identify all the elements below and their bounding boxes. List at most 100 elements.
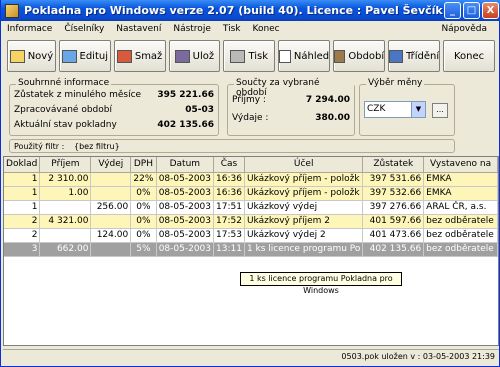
table-row[interactable]: 12 310.00 22% 08-05-2003 16:36 Ukázkový příj… <box>4 172 498 187</box>
save-button[interactable]: Ulož <box>168 40 221 72</box>
menu-ciselniky[interactable]: Číselníky <box>58 24 110 34</box>
cell-vydej[interactable] <box>90 186 132 201</box>
menu-nastroje[interactable]: Nástroje <box>167 24 217 34</box>
cell-doklad[interactable]: 1 <box>4 186 41 201</box>
print-icon <box>230 49 246 63</box>
chevron-down-icon[interactable]: ▼ <box>411 102 425 117</box>
cell-ucel[interactable]: Ukázkový výdej <box>244 200 364 215</box>
cell-prijem[interactable]: 662.00 <box>39 242 92 257</box>
cell-dph[interactable]: 0% <box>130 228 157 243</box>
cell-vydej[interactable] <box>90 172 132 187</box>
cell-vystaveno[interactable]: EMKA <box>423 186 498 201</box>
table-row[interactable]: 24 321.00 0% 08-05-2003 17:52 Ukázkový příje… <box>4 214 498 229</box>
col-zustatek[interactable]: Zůstatek <box>362 157 425 173</box>
cell-dph[interactable]: 0% <box>130 214 157 229</box>
cell-dph[interactable]: 22% <box>130 172 157 187</box>
col-vystaveno[interactable]: Vystaveno na <box>423 157 498 173</box>
cell-ucel[interactable]: Ukázkový příjem - položk <box>244 172 364 187</box>
menu-napoveda[interactable]: Nápověda <box>435 24 493 34</box>
cell-datum[interactable]: 08-05-2003 <box>156 214 215 229</box>
table-row[interactable]: 3 662.00 5% 08-05-2003 13:11 1 ks licence pro… <box>4 242 498 257</box>
cell-ucel[interactable]: Ukázkový výdej 2 <box>244 228 364 243</box>
cell-ucel[interactable]: Ukázkový příjem 2 <box>244 214 364 229</box>
delete-button[interactable]: Smaž <box>113 40 166 72</box>
cell-dph[interactable]: 0% <box>130 186 157 201</box>
cell-datum[interactable]: 08-05-2003 <box>156 228 215 243</box>
cell-vystaveno[interactable]: bez odběratele <box>423 228 498 243</box>
cell-dph[interactable]: 0% <box>130 200 157 215</box>
cell-doklad[interactable]: 3 <box>4 242 41 257</box>
cell-zustatek[interactable]: 397 531.66 <box>362 172 425 187</box>
cell-zustatek[interactable]: 401 473.66 <box>362 228 425 243</box>
cell-zustatek[interactable]: 397 532.66 <box>362 186 425 201</box>
cell-prijem[interactable] <box>39 228 92 243</box>
new-button[interactable]: Nový <box>7 40 56 72</box>
minimize-button[interactable]: _ <box>444 2 461 19</box>
table-row[interactable]: 1 256.00 0% 08-05-2003 17:51 Ukázkový výdej 39… <box>4 200 498 215</box>
edit-button[interactable]: Edituj <box>58 40 111 72</box>
cell-vydej[interactable] <box>90 242 132 257</box>
table-row[interactable]: 1 1.00 0% 08-05-2003 16:36 Ukázkový příjem - … <box>4 186 498 201</box>
sort-button[interactable]: Třídění <box>388 40 441 72</box>
cell-vystaveno[interactable]: EMKA <box>423 172 498 187</box>
period-button[interactable]: Období <box>333 40 386 72</box>
period-sums-group: Součty za vybrané období Příjmy : 7 294.… <box>227 78 355 136</box>
table-row[interactable]: 2 124.00 0% 08-05-2003 17:53 Ukázkový výdej 2… <box>4 228 498 243</box>
menu-nastaveni[interactable]: Nastavení <box>110 24 167 34</box>
col-cas[interactable]: Čas <box>213 157 245 173</box>
cell-datum[interactable]: 08-05-2003 <box>156 242 215 257</box>
cell-dph[interactable]: 5% <box>130 242 157 257</box>
cell-datum[interactable]: 08-05-2003 <box>156 200 215 215</box>
cell-vydej[interactable]: 124.00 <box>90 228 132 243</box>
cell-prijem[interactable] <box>39 200 92 215</box>
maximize-button[interactable]: □ <box>463 2 480 19</box>
cell-datum[interactable]: 08-05-2003 <box>156 186 215 201</box>
col-datum[interactable]: Datum <box>156 157 215 173</box>
transactions-table[interactable]: Doklad Příjem Výdej DPH Datum Čas Účel Z… <box>3 156 499 346</box>
preview-button[interactable]: Náhled <box>278 40 331 72</box>
menu-bar: Informace Číselníky Nastavení Nástroje T… <box>1 21 499 37</box>
cell-prijem[interactable]: 1.00 <box>39 186 92 201</box>
col-ucel[interactable]: Účel <box>244 157 364 173</box>
currency-select[interactable]: CZK ▼ <box>364 101 426 118</box>
cell-cas[interactable]: 16:36 <box>213 186 245 201</box>
cell-prijem[interactable]: 4 321.00 <box>39 214 92 229</box>
print-button[interactable]: Tisk <box>223 40 276 72</box>
cell-zustatek[interactable]: 397 276.66 <box>362 200 425 215</box>
close-button[interactable]: X <box>482 2 499 19</box>
exit-button[interactable]: Konec <box>443 40 495 72</box>
summary-row: Zpracovávané období 05-03 <box>14 105 214 115</box>
col-vydej[interactable]: Výdej <box>90 157 132 173</box>
cell-cas[interactable]: 17:53 <box>213 228 245 243</box>
menu-tisk[interactable]: Tisk <box>217 24 247 34</box>
cell-doklad[interactable]: 2 <box>4 228 41 243</box>
cell-vydej[interactable]: 256.00 <box>90 200 132 215</box>
cell-ucel[interactable]: 1 ks licence programu Po <box>244 242 364 257</box>
cell-vystaveno[interactable]: bez odběratele <box>423 242 498 257</box>
col-dph[interactable]: DPH <box>130 157 157 173</box>
col-prijem[interactable]: Příjem <box>39 157 92 173</box>
cell-vydej[interactable] <box>90 214 132 229</box>
menu-informace[interactable]: Informace <box>1 24 58 34</box>
menu-konec[interactable]: Konec <box>246 24 285 34</box>
currency-browse-button[interactable]: ... <box>432 103 448 118</box>
cell-ucel[interactable]: Ukázkový příjem - položk <box>244 186 364 201</box>
cell-cas[interactable]: 17:52 <box>213 214 245 229</box>
cell-prijem[interactable]: 2 310.00 <box>39 172 92 187</box>
cell-doklad[interactable]: 2 <box>4 214 41 229</box>
cell-datum[interactable]: 08-05-2003 <box>156 172 215 187</box>
delete-icon <box>116 49 132 63</box>
cell-cas[interactable]: 13:11 <box>213 242 245 257</box>
cell-vystaveno[interactable]: bez odběratele <box>423 214 498 229</box>
title-bar[interactable]: Pokladna pro Windows verze 2.07 (build 4… <box>1 0 500 21</box>
status-text: 0503.pok uložen v : 03-05-2003 21:39 <box>341 352 495 361</box>
cell-zustatek[interactable]: 401 597.66 <box>362 214 425 229</box>
col-doklad[interactable]: Doklad <box>4 157 41 173</box>
cell-cas[interactable]: 16:36 <box>213 172 245 187</box>
cell-cas[interactable]: 17:51 <box>213 200 245 215</box>
save-icon <box>174 49 190 63</box>
cell-zustatek[interactable]: 402 135.66 <box>362 242 425 257</box>
cell-doklad[interactable]: 1 <box>4 200 41 215</box>
cell-doklad[interactable]: 1 <box>4 172 41 187</box>
cell-vystaveno[interactable]: ARAL ČR, a.s. <box>423 200 498 215</box>
